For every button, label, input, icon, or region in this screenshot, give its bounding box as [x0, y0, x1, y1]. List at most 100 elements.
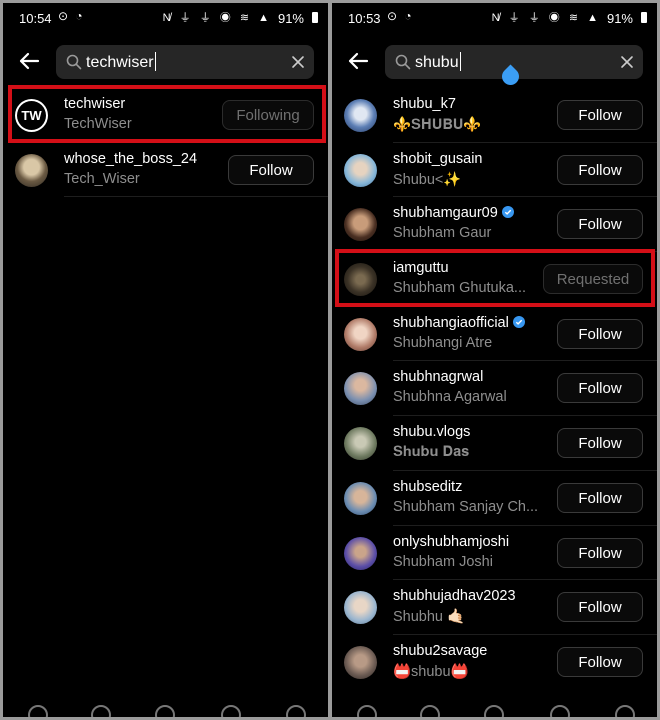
avatar[interactable] — [344, 317, 377, 351]
full-name: Shubham Joshi — [393, 553, 493, 570]
bottom-nav — [332, 705, 657, 717]
follow-button[interactable]: Follow — [557, 646, 643, 677]
username: shubu.vlogs — [393, 424, 471, 441]
avatar-logo-text: TW — [17, 101, 46, 130]
full-name: Shubham Sanjay Ch... — [393, 498, 539, 515]
full-name: Shubhna Agarwal — [393, 389, 507, 406]
avatar[interactable] — [344, 372, 377, 406]
username: iamguttu — [393, 260, 449, 277]
avatar[interactable] — [344, 481, 377, 515]
left-phone-screen: 10:54 ⊙ ◔ N̸ ⏚ ⏚ ◉ ≋ ▲ 91% techwiser TW — [3, 3, 328, 717]
username: techwiser — [64, 96, 126, 112]
system-icons: N̸ ⏚ ⏚ ◉ ≋ ▲ — [491, 12, 601, 24]
list-item[interactable]: shubu2savage 📛shubu📛 Follow — [332, 635, 657, 690]
avatar[interactable] — [344, 427, 377, 461]
back-arrow-icon[interactable] — [345, 48, 371, 74]
follow-button[interactable]: Follow — [557, 537, 643, 568]
username: shubu2savage — [393, 642, 488, 659]
username: shubu_k7 — [393, 96, 456, 112]
follow-button[interactable]: Follow — [228, 154, 314, 185]
follow-button[interactable]: Follow — [557, 592, 643, 623]
follow-button[interactable]: Follow — [557, 100, 643, 130]
battery-percent: 91% — [606, 11, 633, 26]
follow-button[interactable]: Follow — [557, 318, 643, 349]
follow-button[interactable]: Follow — [557, 482, 643, 513]
list-item[interactable]: TW techwiser TechWiser Following — [3, 88, 328, 143]
username: shubhamgaur09 — [393, 205, 498, 222]
close-icon[interactable] — [620, 55, 634, 69]
avatar[interactable] — [344, 536, 377, 570]
back-arrow-icon[interactable] — [16, 48, 42, 74]
follow-button[interactable]: Follow — [557, 428, 643, 459]
right-phone-screen: 10:53 ⊙ ◔ N̸ ⏚ ⏚ ◉ ≋ ▲ 91% shubu shubu_k… — [332, 3, 657, 717]
avatar[interactable] — [344, 591, 377, 625]
username: shobit_gusain — [393, 150, 483, 167]
divider — [64, 196, 328, 198]
username: shubseditz — [393, 478, 463, 495]
username: whose_the_boss_24 — [64, 150, 198, 167]
follow-button[interactable]: Follow — [557, 373, 643, 404]
full-name: Shubu<✨ — [393, 171, 462, 188]
notification-icons: ⊙ ◔ — [58, 9, 85, 23]
search-input[interactable]: techwiser — [56, 45, 314, 79]
full-name: TechWiser — [64, 116, 132, 132]
battery-percent: 91% — [277, 11, 304, 26]
avatar[interactable]: TW — [15, 99, 48, 132]
full-name: Shubhu 🤙🏻 — [393, 609, 466, 626]
list-item[interactable]: shubhnagrwal Shubhna Agarwal Follow — [332, 361, 657, 417]
following-button[interactable]: Following — [222, 100, 314, 130]
search-input[interactable]: shubu — [385, 45, 643, 89]
follow-button[interactable]: Follow — [557, 209, 643, 240]
list-item[interactable]: shubhamgaur09 Shubham Gaur Follow — [332, 197, 657, 253]
search-results-list: shubu_k7 ⚜️𝐒𝐇𝐔𝐁𝐔⚜️ Follow shobit_gusain Sh… — [332, 88, 657, 690]
avatar[interactable] — [15, 153, 48, 187]
full-name: Shubhangi Atre — [393, 334, 493, 351]
list-item[interactable]: shubu.vlogs 𝐒𝐡𝐮𝐛𝐮 𝐃𝐚𝐬 Follow — [332, 416, 657, 471]
search-query: techwiser — [86, 54, 154, 71]
search-icon — [395, 54, 411, 70]
username: onlyshubhamjoshi — [393, 533, 510, 550]
cursor-handle-icon[interactable] — [498, 64, 523, 89]
search-icon — [66, 54, 82, 70]
avatar[interactable] — [344, 645, 377, 679]
status-bar: 10:54 ⊙ ◔ N̸ ⏚ ⏚ ◉ ≋ ▲ 91% — [3, 3, 328, 39]
avatar[interactable] — [344, 208, 377, 242]
search-query: shubu — [415, 54, 459, 71]
list-item[interactable]: shobit_gusain Shubu<✨ Follow — [332, 143, 657, 198]
full-name: Shubham Ghutuka... — [393, 280, 526, 297]
status-time: 10:54 — [19, 11, 52, 26]
username: shubhangiaofficial — [393, 314, 509, 331]
list-item[interactable]: shubu_k7 ⚜️𝐒𝐇𝐔𝐁𝐔⚜️ Follow — [332, 88, 657, 143]
avatar[interactable] — [344, 99, 377, 132]
list-item[interactable]: shubhangiaofficial Shubhangi Atre Follow — [332, 307, 657, 362]
list-item[interactable]: shubhujadhav2023 Shubhu 🤙🏻 Follow — [332, 580, 657, 635]
system-icons: N̸ ⏚ ⏚ ◉ ≋ ▲ — [162, 12, 272, 24]
verified-badge-icon — [501, 206, 514, 219]
bottom-nav — [3, 705, 328, 717]
full-name: 📛shubu📛 — [393, 663, 469, 680]
list-item[interactable]: shubseditz Shubham Sanjay Ch... Follow — [332, 471, 657, 526]
status-bar: 10:53 ⊙ ◔ N̸ ⏚ ⏚ ◉ ≋ ▲ 91% — [332, 3, 657, 39]
text-cursor — [154, 52, 156, 71]
close-icon[interactable] — [291, 55, 305, 69]
battery-icon — [641, 12, 647, 23]
avatar[interactable] — [344, 153, 377, 187]
battery-icon — [312, 12, 318, 23]
list-item[interactable]: iamguttu Shubham Ghutuka... Requested — [332, 252, 657, 307]
status-time: 10:53 — [348, 11, 381, 26]
requested-button[interactable]: Requested — [543, 264, 643, 295]
list-item[interactable]: whose_the_boss_24 Tech_Wiser Follow — [3, 143, 328, 198]
full-name: Shubham Gaur — [393, 225, 492, 242]
follow-button[interactable]: Follow — [557, 154, 643, 185]
full-name: 𝐒𝐡𝐮𝐛𝐮 𝐃𝐚𝐬 — [393, 444, 470, 461]
notification-icons: ⊙ ◔ — [387, 9, 414, 23]
verified-badge-icon — [512, 315, 525, 328]
full-name: ⚜️𝐒𝐇𝐔𝐁𝐔⚜️ — [393, 117, 482, 133]
text-cursor — [459, 52, 461, 71]
username: shubhujadhav2023 — [393, 588, 516, 605]
username: shubhnagrwal — [393, 369, 484, 386]
list-item[interactable]: onlyshubhamjoshi Shubham Joshi Follow — [332, 526, 657, 581]
avatar[interactable] — [344, 263, 377, 297]
full-name: Tech_Wiser — [64, 170, 140, 187]
search-results-list: TW techwiser TechWiser Following whose_t… — [3, 88, 328, 198]
